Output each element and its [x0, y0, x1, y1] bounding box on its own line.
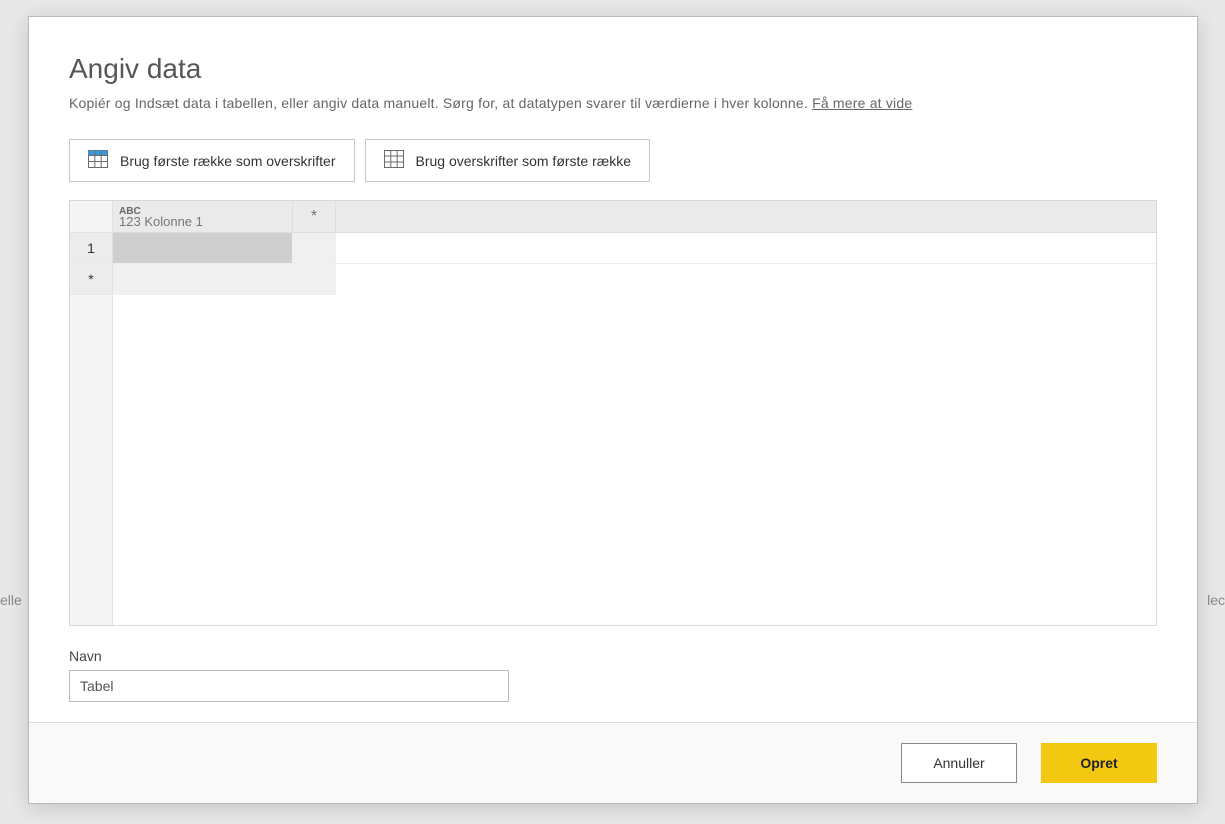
data-grid[interactable]: 1 * ABC 123 Kolonne 1 * — [69, 200, 1157, 626]
column-header-1[interactable]: ABC 123 Kolonne 1 — [113, 201, 293, 232]
add-row — [113, 264, 1156, 295]
table-header-icon — [88, 150, 108, 171]
row-number-gutter: 1 * — [70, 201, 113, 625]
column-header-row: ABC 123 Kolonne 1 * — [113, 201, 1156, 233]
dialog-footer: Annuller Opret — [29, 722, 1197, 803]
data-row-1 — [113, 233, 1156, 264]
dialog-subtitle: Kopiér og Indsæt data i tabellen, eller … — [69, 95, 1157, 111]
add-column-marker[interactable]: * — [293, 201, 336, 232]
toolbar: Brug første række som overskrifter Brug … — [69, 139, 1157, 182]
add-row-marker[interactable]: * — [70, 264, 112, 295]
dialog-title: Angiv data — [69, 53, 1157, 85]
column-name-text: Kolonne 1 — [144, 214, 203, 229]
rownum-header-blank — [70, 201, 112, 233]
data-cell-1-add[interactable] — [293, 233, 336, 263]
data-cell-1-1[interactable] — [113, 233, 293, 263]
subtitle-text: Kopiér og Indsæt data i tabellen, eller … — [69, 95, 812, 111]
add-row-cell-add[interactable] — [293, 264, 336, 295]
row-number-1[interactable]: 1 — [70, 233, 112, 264]
learn-more-link[interactable]: Få mere at vide — [812, 95, 912, 111]
cancel-button[interactable]: Annuller — [901, 743, 1017, 783]
name-label: Navn — [69, 648, 1157, 664]
name-section: Navn — [69, 648, 1157, 702]
column-name-label: 123 Kolonne 1 — [119, 215, 286, 229]
background-text-left: elle — [0, 592, 22, 608]
button-label: Brug første række som overskrifter — [120, 153, 336, 169]
grid-body: ABC 123 Kolonne 1 * — [113, 201, 1156, 625]
button-label: Brug overskrifter som første række — [416, 153, 632, 169]
add-row-cell-1[interactable] — [113, 264, 293, 295]
table-plain-icon — [384, 150, 404, 171]
use-headers-as-first-row-button[interactable]: Brug overskrifter som første række — [365, 139, 651, 182]
table-name-input[interactable] — [69, 670, 509, 702]
enter-data-dialog: Angiv data Kopiér og Indsæt data i tabel… — [28, 16, 1198, 804]
use-first-row-as-headers-button[interactable]: Brug første række som overskrifter — [69, 139, 355, 182]
dialog-content: Angiv data Kopiér og Indsæt data i tabel… — [29, 17, 1197, 722]
column-type-sub: 123 — [119, 214, 141, 229]
create-button[interactable]: Opret — [1041, 743, 1157, 783]
background-text-right: lec — [1207, 592, 1225, 608]
